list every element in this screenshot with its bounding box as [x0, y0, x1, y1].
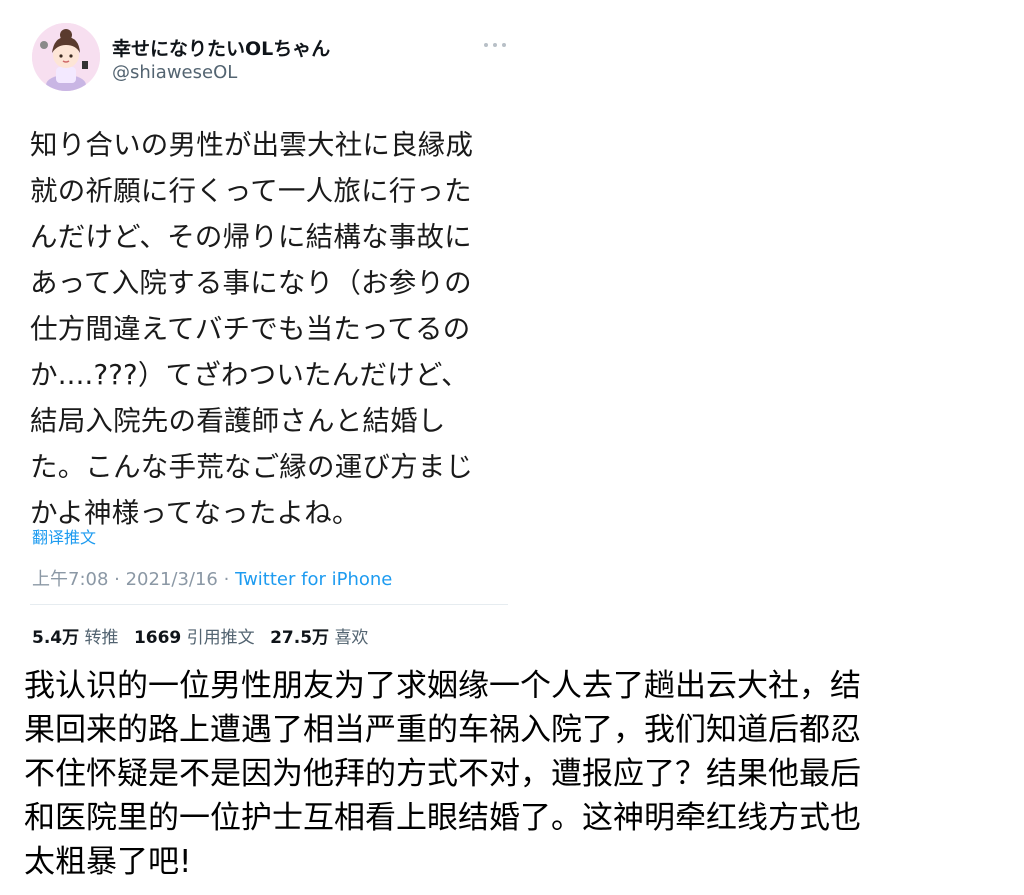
tweet-date[interactable]: 2021/3/16 — [126, 569, 218, 590]
tweet-text-line: んだけど、その帰りに結構な事故に — [30, 221, 472, 253]
tweet-text-line: 就の祈願に行くって一人旅に行った — [30, 175, 472, 207]
tweet-meta: 上午7:08 · 2021/3/16 · Twitter for iPhone — [32, 565, 392, 591]
quotes-label: 引用推文 — [186, 628, 255, 648]
tweet-text-line: 仕方間違えてバチでも当たってるの — [30, 313, 471, 345]
tweet-text-line: 結局入院先の看護師さんと結婚し — [30, 405, 446, 437]
tweet-stats: 5.4万 转推 1669 引用推文 27.5万 喜欢 — [32, 623, 378, 648]
avatar[interactable] — [32, 23, 100, 91]
likes-count: 27.5万 — [270, 628, 330, 648]
quotes-stat[interactable]: 1669 引用推文 — [134, 628, 255, 648]
tweet-text-line: あって入院する事になり（お参りの — [30, 267, 472, 299]
more-dot — [484, 43, 488, 47]
retweets-count: 5.4万 — [32, 628, 80, 648]
more-dot — [493, 43, 497, 47]
tweet-text-line: 知り合いの男性が出雲大社に良縁成 — [30, 129, 474, 161]
divider — [30, 604, 508, 605]
translate-tweet-link[interactable]: 翻译推文 — [32, 524, 96, 548]
avatar-illustration-icon — [32, 23, 100, 91]
tweet-source-link[interactable]: Twitter for iPhone — [235, 569, 392, 590]
tweet-text-line: か....???）てざわついたんだけど、 — [30, 359, 469, 391]
caption-line: 太粗暴了吧! — [24, 844, 192, 880]
user-handle[interactable]: @shiaweseOL — [112, 62, 237, 83]
tweet-text: 知り合いの男性が出雲大社に良縁成 就の祈願に行くって一人旅に行った んだけど、そ… — [30, 122, 510, 536]
meta-separator: · — [217, 569, 236, 590]
caption-line: 我认识的一位男性朋友为了求姻缘一个人去了趟出云大社，结 — [24, 668, 861, 704]
more-horizontal-icon[interactable] — [484, 40, 506, 50]
likes-label: 喜欢 — [334, 628, 369, 648]
retweets-stat[interactable]: 5.4万 转推 — [32, 628, 119, 648]
caption-line: 不住怀疑是不是因为他拜的方式不对，遭报应了？结果他最后 — [24, 756, 861, 792]
tweet-text-line: かよ神様ってなったよね。 — [30, 497, 360, 529]
tweet-time[interactable]: 上午7:08 — [32, 569, 108, 590]
caption-line: 和医院里的一位护士互相看上眼结婚了。这神明牵红线方式也 — [24, 800, 861, 836]
caption-text: 我认识的一位男性朋友为了求姻缘一个人去了趟出云大社，结 果回来的路上遭遇了相当严… — [24, 664, 1004, 884]
likes-stat[interactable]: 27.5万 喜欢 — [270, 628, 368, 648]
meta-separator: · — [108, 569, 126, 590]
quotes-count: 1669 — [133, 628, 182, 648]
retweets-label: 转推 — [84, 628, 119, 648]
caption-line: 果回来的路上遭遇了相当严重的车祸入院了，我们知道后都忍 — [24, 712, 861, 748]
more-dot — [502, 43, 506, 47]
tweet-text-line: た。こんな手荒なご縁の運び方まじ — [30, 451, 474, 483]
tweet-card: 幸せになりたいOLちゃん @shiaweseOL 知り合いの男性が出雲大社に良縁… — [0, 0, 515, 660]
display-name[interactable]: 幸せになりたいOLちゃん — [112, 34, 330, 61]
